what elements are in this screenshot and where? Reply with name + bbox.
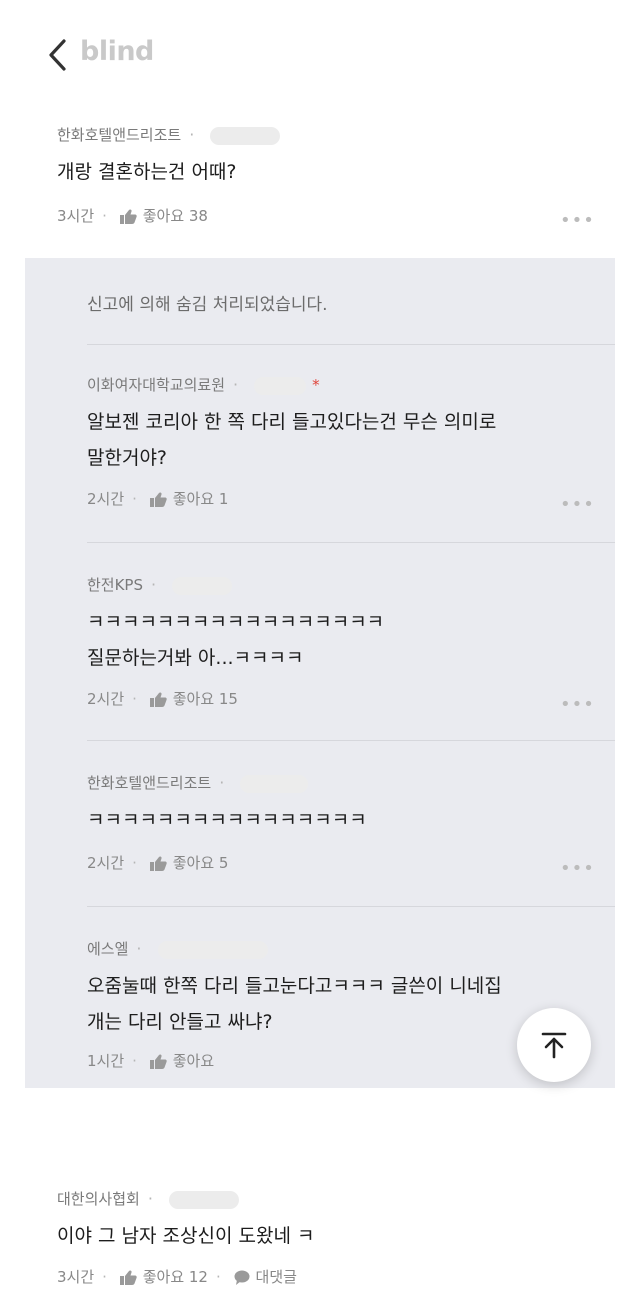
next-post-footer: 3시간 · 좋아요 12 · 대댓글 (57, 1266, 297, 1289)
reply-author[interactable]: 한화호텔앤드리조트 (87, 774, 211, 792)
reply-likes[interactable]: 좋아요 15 (173, 690, 238, 708)
reply-text[interactable]: 오줌눌때 한쪽 다리 들고눈다고ㅋㅋㅋ 글쓴이 니네집 개는 다리 안들고 싸냐… (87, 968, 502, 1040)
thumbs-up-icon[interactable] (149, 692, 167, 711)
redacted-name (210, 126, 281, 145)
reply-meta: 한화호텔앤드리조트 · (87, 772, 309, 793)
thumbs-up-icon[interactable] (149, 492, 167, 511)
thumbs-up-icon[interactable] (119, 209, 137, 228)
arrow-up-to-top-icon (541, 1032, 567, 1059)
reply-time: 2시간 (87, 854, 125, 872)
reply-likes[interactable]: 좋아요 5 (173, 854, 229, 872)
more-dots-icon[interactable]: ••• (560, 858, 595, 879)
reply-time: 1시간 (87, 1052, 125, 1070)
next-post-comments[interactable]: 대댓글 (256, 1268, 297, 1286)
redacted-name (240, 774, 309, 793)
post-title[interactable]: 개랑 결혼하는건 어때? (57, 154, 236, 190)
reply-line: 오줌눌때 한쪽 다리 들고눈다고ㅋㅋㅋ 글쓴이 니네집 (87, 975, 502, 997)
reply-line: 말한거야? (87, 447, 168, 469)
post-time: 3시간 (57, 207, 95, 225)
app-header: blind (0, 0, 640, 100)
thumbs-up-icon[interactable] (149, 856, 167, 875)
redacted-name (254, 376, 307, 395)
divider (87, 344, 615, 345)
post-likes[interactable]: 좋아요 38 (143, 207, 208, 225)
next-post-likes[interactable]: 좋아요 12 (143, 1268, 208, 1286)
back-button[interactable] (44, 38, 74, 72)
star-badge: * (312, 376, 320, 394)
reply-footer: 2시간 · 좋아요 15 (87, 688, 238, 711)
more-dots-icon[interactable]: ••• (560, 694, 595, 715)
reply-line: 질문하는거봐 아...ㅋㅋㅋㅋ (87, 647, 304, 669)
reply-author[interactable]: 에스엘 (87, 940, 128, 958)
reply-line: 알보젠 코리아 한 쪽 다리 들고있다는건 무슨 의미로 (87, 411, 497, 433)
reply-text[interactable]: ㅋㅋㅋㅋㅋㅋㅋㅋㅋㅋㅋㅋㅋㅋㅋㅋㅋ 질문하는거봐 아...ㅋㅋㅋㅋ (87, 604, 384, 676)
reply-footer: 2시간 · 좋아요 1 (87, 488, 228, 511)
divider (87, 906, 615, 907)
reply-time: 2시간 (87, 690, 125, 708)
app-logo: blind (80, 36, 154, 67)
next-post-author[interactable]: 대한의사협회 (57, 1190, 140, 1208)
reply-meta: 한전KPS · (87, 574, 233, 595)
reply-line: ㅋㅋㅋㅋㅋㅋㅋㅋㅋㅋㅋㅋㅋㅋㅋㅋ (87, 809, 367, 831)
reply-likes[interactable]: 좋아요 1 (173, 490, 229, 508)
reply-meta: 에스엘 · (87, 938, 268, 959)
divider (87, 542, 615, 543)
more-dots-icon[interactable]: ••• (560, 494, 595, 515)
chevron-left-icon (49, 39, 66, 71)
reply-author[interactable]: 한전KPS (87, 576, 143, 594)
redacted-name (168, 1190, 239, 1209)
redacted-name (172, 576, 233, 595)
reply-likes[interactable]: 좋아요 (173, 1052, 214, 1070)
reply-time: 2시간 (87, 490, 125, 508)
reply-meta: 이화여자대학교의료원 · * (87, 375, 320, 395)
post-author[interactable]: 한화호텔앤드리조트 (57, 126, 181, 144)
more-dots-icon[interactable]: ••• (560, 210, 595, 231)
reply-footer: 2시간 · 좋아요 5 (87, 852, 228, 875)
post-footer: 3시간 · 좋아요 38 (57, 205, 208, 228)
divider (87, 740, 615, 741)
post-meta: 한화호텔앤드리조트 · (57, 124, 281, 145)
next-post-time: 3시간 (57, 1268, 95, 1286)
redacted-name (157, 940, 268, 959)
reply-line: ㅋㅋㅋㅋㅋㅋㅋㅋㅋㅋㅋㅋㅋㅋㅋㅋㅋ (87, 611, 385, 633)
reply-footer: 1시간 · 좋아요 (87, 1050, 214, 1073)
comments-panel: 신고에 의해 숨김 처리되었습니다. 이화여자대학교의료원 · * 알보젠 코리아 … (25, 258, 615, 1088)
scroll-top-button[interactable] (517, 1008, 591, 1082)
thumbs-up-icon[interactable] (149, 1054, 167, 1073)
reply-text[interactable]: ㅋㅋㅋㅋㅋㅋㅋㅋㅋㅋㅋㅋㅋㅋㅋㅋ (87, 802, 367, 838)
next-post-title[interactable]: 이야 그 남자 조상신이 도왔네 ㅋ (57, 1218, 314, 1254)
hidden-comment-notice: 신고에 의해 숨김 처리되었습니다. (87, 295, 328, 315)
reply-text[interactable]: 알보젠 코리아 한 쪽 다리 들고있다는건 무슨 의미로 말한거야? (87, 404, 496, 476)
reply-line: 개는 다리 안들고 싸냐? (87, 1011, 273, 1033)
next-post-meta: 대한의사협회 · (57, 1188, 239, 1209)
reply-author[interactable]: 이화여자대학교의료원 (87, 376, 225, 394)
